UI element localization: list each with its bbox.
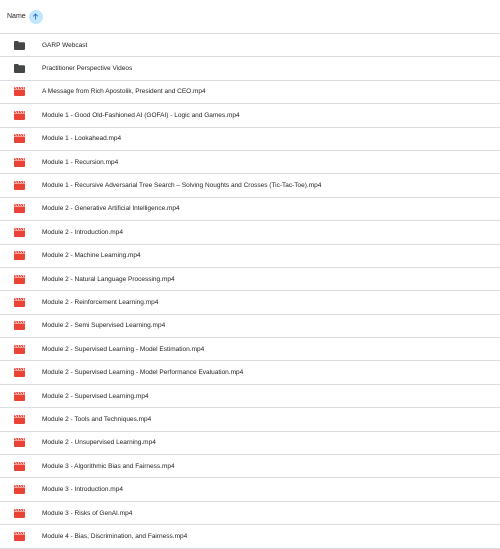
file-row[interactable]: Module 2 - Supervised Learning.mp4 <box>0 385 500 409</box>
file-row[interactable]: Module 2 - Introduction.mp4 <box>0 221 500 245</box>
video-file-icon <box>12 181 26 191</box>
file-row[interactable]: Module 2 - Unsupervised Learning.mp4 <box>0 432 500 456</box>
video-file-icon <box>12 368 26 378</box>
video-file-icon <box>12 227 26 237</box>
file-name: Module 2 - Generative Artificial Intelli… <box>42 205 180 213</box>
video-file-icon <box>12 344 26 354</box>
file-row[interactable]: Module 2 - Supervised Learning - Model P… <box>0 361 500 385</box>
video-file-icon <box>12 251 26 261</box>
file-name: A Message from Rich Apostolik, President… <box>42 88 206 96</box>
video-file-icon <box>12 297 26 307</box>
file-name: Module 2 - Supervised Learning - Model P… <box>42 369 244 377</box>
file-name: Module 3 - Risks of GenAI.mp4 <box>42 509 133 517</box>
file-name: Module 1 - Recursive Adversarial Tree Se… <box>42 182 322 190</box>
video-file-icon <box>12 87 26 97</box>
video-file-icon <box>12 438 26 448</box>
file-name: Module 1 - Recursion.mp4 <box>42 158 119 166</box>
file-name: Module 2 - Introduction.mp4 <box>42 228 123 236</box>
folder-icon <box>12 64 26 74</box>
file-name: Module 1 - Lookahead.mp4 <box>42 135 122 143</box>
file-name: Module 2 - Supervised Learning - Model E… <box>42 345 205 353</box>
video-file-icon <box>12 391 26 401</box>
file-name: Module 2 - Natural Language Processing.m… <box>42 275 175 283</box>
file-name: Module 2 - Semi Supervised Learning.mp4 <box>42 322 166 330</box>
video-file-icon <box>12 204 26 214</box>
name-column-label[interactable]: Name <box>7 13 26 20</box>
file-name: Module 4 - Bias, Discrimination, and Fai… <box>42 532 188 540</box>
folder-icon <box>12 40 26 50</box>
file-row[interactable]: Module 2 - Reinforcement Learning.mp4 <box>0 291 500 315</box>
file-row[interactable]: Module 2 - Supervised Learning - Model E… <box>0 338 500 362</box>
file-name: Module 1 - Good Old-Fashioned AI (GOFAI)… <box>42 111 240 119</box>
video-file-icon <box>12 321 26 331</box>
video-file-icon <box>12 134 26 144</box>
video-file-icon <box>12 274 26 284</box>
file-row[interactable]: A Message from Rich Apostolik, President… <box>0 81 500 105</box>
file-name: Module 3 - Introduction.mp4 <box>42 486 123 494</box>
file-row[interactable]: Module 2 - Natural Language Processing.m… <box>0 268 500 292</box>
file-name: Practitioner Perspective Videos <box>42 65 133 73</box>
file-row[interactable]: Module 1 - Recursion.mp4 <box>0 151 500 175</box>
file-row[interactable]: Module 4 - Bias, Discrimination, and Fai… <box>0 525 500 549</box>
file-row[interactable]: Module 2 - Machine Learning.mp4 <box>0 245 500 268</box>
file-row[interactable]: Module 3 - Introduction.mp4 <box>0 478 500 502</box>
file-name: Module 2 - Machine Learning.mp4 <box>42 252 141 260</box>
file-name: Module 3 - Algorithmic Bias and Fairness… <box>42 462 175 470</box>
file-row[interactable]: Module 2 - Generative Artificial Intelli… <box>0 198 500 222</box>
video-file-icon <box>12 461 26 471</box>
file-row[interactable]: Module 1 - Good Old-Fashioned AI (GOFAI)… <box>0 104 500 128</box>
video-file-icon <box>12 531 26 541</box>
column-header: Name <box>0 0 500 34</box>
video-file-icon <box>12 485 26 495</box>
video-file-icon <box>12 508 26 518</box>
video-file-icon <box>12 157 26 167</box>
video-file-icon <box>12 110 26 120</box>
file-row[interactable]: Module 3 - Algorithmic Bias and Fairness… <box>0 455 500 479</box>
file-name: Module 2 - Supervised Learning.mp4 <box>42 392 149 400</box>
video-file-icon <box>12 414 26 424</box>
file-row[interactable]: GARP Webcast <box>0 34 500 58</box>
arrow-upward-icon <box>33 13 39 20</box>
file-name: Module 2 - Reinforcement Learning.mp4 <box>42 298 159 306</box>
file-name: Module 2 - Tools and Techniques.mp4 <box>42 415 152 423</box>
file-row[interactable]: Practitioner Perspective Videos <box>0 57 500 81</box>
file-row[interactable]: Module 2 - Tools and Techniques.mp4 <box>0 408 500 432</box>
file-name: GARP Webcast <box>42 41 88 49</box>
file-row[interactable]: Module 3 - Risks of GenAI.mp4 <box>0 502 500 526</box>
file-row[interactable]: Module 1 - Recursive Adversarial Tree Se… <box>0 174 500 198</box>
file-row[interactable]: Module 1 - Lookahead.mp4 <box>0 128 500 151</box>
file-row[interactable]: Module 2 - Semi Supervised Learning.mp4 <box>0 315 500 339</box>
file-list: GARP Webcast Practitioner Perspective Vid… <box>0 34 500 549</box>
sort-button[interactable] <box>28 9 43 24</box>
file-name: Module 2 - Unsupervised Learning.mp4 <box>42 439 156 447</box>
